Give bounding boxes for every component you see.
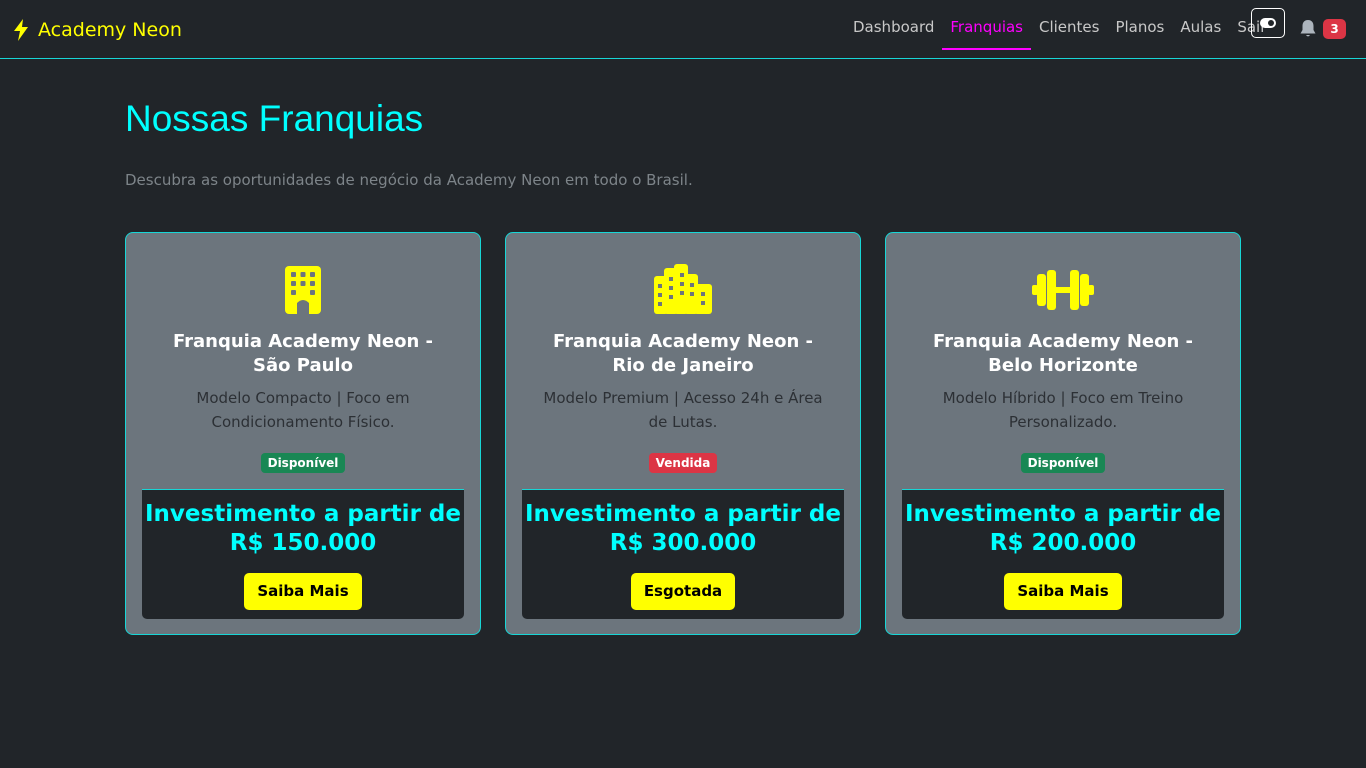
notification-count-badge: 3 xyxy=(1323,19,1346,39)
nav-links: Dashboard Franquias Clientes Planos Aula… xyxy=(845,10,1274,50)
franchise-cards: Franquia Academy Neon - São Paulo Modelo… xyxy=(125,232,1241,635)
status-badge: Disponível xyxy=(1020,453,1106,473)
saiba-mais-button[interactable]: Saiba Mais xyxy=(244,573,362,610)
dumbbell-icon xyxy=(1032,270,1094,310)
status-badge: Vendida xyxy=(648,453,718,473)
investment-text: Investimento a partir de R$ 200.000 xyxy=(905,501,1221,556)
card-footer: Investimento a partir de R$ 150.000 Saib… xyxy=(142,489,464,619)
page-subtitle: Descubra as oportunidades de negócio da … xyxy=(125,171,693,189)
franchise-card-rio-de-janeiro: Franquia Academy Neon - Rio de Janeiro M… xyxy=(505,232,861,635)
esgotada-button[interactable]: Esgotada xyxy=(630,573,736,610)
navbar: Academy Neon Dashboard Franquias Cliente… xyxy=(0,0,1366,59)
card-title: Franquia Academy Neon - Rio de Janeiro xyxy=(552,331,814,376)
nav-link-franquias[interactable]: Franquias xyxy=(942,10,1031,50)
card-title: Franquia Academy Neon - Belo Horizonte xyxy=(932,331,1194,376)
investment-text: Investimento a partir de R$ 300.000 xyxy=(525,501,841,556)
theme-toggle-button[interactable] xyxy=(1251,8,1285,38)
card-title: Franquia Academy Neon - São Paulo xyxy=(172,331,434,376)
nav-link-clientes[interactable]: Clientes xyxy=(1031,10,1107,50)
franchise-card-belo-horizonte: Franquia Academy Neon - Belo Horizonte M… xyxy=(885,232,1241,635)
nav-link-aulas[interactable]: Aulas xyxy=(1172,10,1229,50)
toggle-icon xyxy=(1260,18,1276,28)
card-description: Modelo Compacto | Foco em Condicionament… xyxy=(196,389,410,431)
card-description: Modelo Híbrido | Foco em Treino Personal… xyxy=(942,389,1184,431)
nav-link-dashboard[interactable]: Dashboard xyxy=(845,10,942,50)
brand-link[interactable]: Academy Neon xyxy=(12,16,182,44)
bell-icon[interactable] xyxy=(1299,19,1317,39)
status-badge: Disponível xyxy=(260,453,346,473)
brand-name: Academy Neon xyxy=(38,19,182,41)
investment-text: Investimento a partir de R$ 150.000 xyxy=(145,501,461,556)
building-icon xyxy=(285,266,321,314)
card-footer: Investimento a partir de R$ 300.000 Esgo… xyxy=(522,489,844,619)
franchise-card-sao-paulo: Franquia Academy Neon - São Paulo Modelo… xyxy=(125,232,481,635)
saiba-mais-button[interactable]: Saiba Mais xyxy=(1004,573,1122,610)
card-description: Modelo Premium | Acesso 24h e Área de Lu… xyxy=(543,389,823,431)
industry-icon xyxy=(654,264,712,314)
lightning-bolt-icon xyxy=(14,19,28,41)
card-footer: Investimento a partir de R$ 200.000 Saib… xyxy=(902,489,1224,619)
page-title: Nossas Franquias xyxy=(125,98,424,139)
nav-link-planos[interactable]: Planos xyxy=(1107,10,1172,50)
